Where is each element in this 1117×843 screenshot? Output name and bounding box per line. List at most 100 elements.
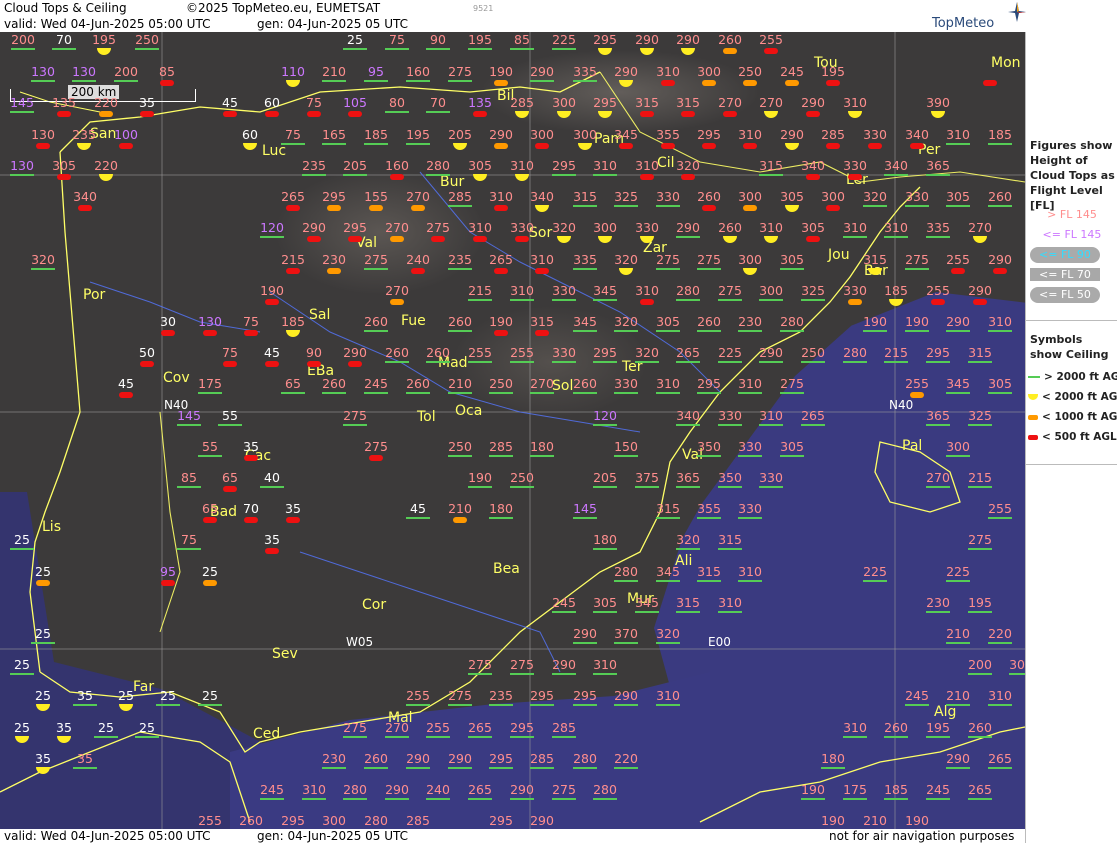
ceiling-symbol-green (968, 611, 992, 613)
cloud-top-value: 100 (114, 127, 138, 142)
ceiling-symbol-green (946, 330, 970, 332)
ceiling-symbol-red (951, 268, 965, 274)
valid-time: valid: Wed 04-Jun-2025 05:00 UTC (4, 17, 211, 31)
ceiling-symbol-green (156, 704, 180, 706)
ceiling-symbol-green (718, 611, 742, 613)
cloud-top-value: 310 (635, 283, 659, 298)
cloud-top-value: 65 (285, 376, 301, 391)
cloud-top-value: 145 (10, 95, 34, 110)
ceiling-symbol-red (265, 299, 279, 305)
cloud-top-value: 285 (530, 751, 554, 766)
cloud-top-value: 245 (552, 595, 576, 610)
cloud-top-value: 280 (343, 782, 367, 797)
cloud-top-value: 290 (530, 813, 554, 828)
cloud-top-value: 295 (593, 95, 617, 110)
cloud-top-value: 35 (56, 720, 72, 735)
ceiling-symbol-green (114, 80, 138, 82)
cloud-top-value: 220 (94, 158, 118, 173)
cloud-top-value: 25 (98, 720, 114, 735)
cloud-top-value: 310 (593, 657, 617, 672)
cloud-top-value: 185 (281, 314, 305, 329)
cloud-top-value: 315 (676, 95, 700, 110)
city-label: Alg (934, 704, 957, 720)
ceiling-symbol-red (494, 330, 508, 336)
footer-valid-time: valid: Wed 04-Jun-2025 05:00 UTC (4, 829, 211, 843)
ceiling-symbol-green (738, 580, 762, 582)
cloud-top-value: 25 (14, 532, 30, 547)
cloud-top-value: 300 (552, 95, 576, 110)
cloud-top-value: 195 (968, 595, 992, 610)
cloud-top-value: 290 (946, 314, 970, 329)
cloud-top-value: 215 (468, 283, 492, 298)
cloud-top-value: 330 (738, 501, 762, 516)
cloud-top-value: 305 (1009, 657, 1025, 672)
cloud-top-value: 315 (968, 345, 992, 360)
ceiling-symbol-red (973, 299, 987, 305)
cloud-top-value: 250 (489, 376, 513, 391)
ceiling-symbol-red (494, 268, 508, 274)
ceiling-symbol-red (826, 80, 840, 86)
ceiling-symbol-green (614, 580, 638, 582)
ceiling-symbol-green (946, 704, 970, 706)
ceiling-symbol-green (31, 80, 55, 82)
cloud-top-value: 345 (593, 283, 617, 298)
ceiling-symbol-red (348, 111, 362, 117)
cloud-top-value: 265 (468, 720, 492, 735)
ceiling-symbol-green (676, 611, 700, 613)
ceiling-symbol-green (364, 767, 388, 769)
ceiling-symbol-green (614, 642, 638, 644)
cloud-top-value: 345 (635, 595, 659, 610)
ceiling-symbol-green (573, 330, 597, 332)
cloud-top-value: 290 (676, 32, 700, 47)
ceiling-symbol-red (702, 143, 716, 149)
ceiling-symbol-orange (494, 143, 508, 149)
cloud-top-value: 310 (302, 782, 326, 797)
cloud-top-value: 85 (159, 64, 175, 79)
ceiling-symbol-red (160, 80, 174, 86)
cloud-top-value: 305 (780, 189, 804, 204)
ceiling-symbol-green (10, 174, 34, 176)
footer-bar: valid: Wed 04-Jun-2025 05:00 UTC gen: 04… (0, 829, 1025, 843)
cloud-top-value: 280 (593, 782, 617, 797)
compass-star-icon (1008, 2, 1026, 26)
cloud-top-value: 290 (780, 127, 804, 142)
cloud-top-value: 70 (243, 501, 259, 516)
ceiling-symbol-green (988, 330, 1012, 332)
ceiling-symbol-green (926, 174, 950, 176)
ceiling-symbol-green (322, 392, 346, 394)
cloud-top-value: 305 (468, 158, 492, 173)
cloud-top-value: 295 (697, 376, 721, 391)
cloud-top-value: 270 (385, 720, 409, 735)
cloud-top-value: 185 (364, 127, 388, 142)
cloud-top-value: 350 (718, 470, 742, 485)
cloud-top-value: 60 (264, 95, 280, 110)
satellite-map[interactable]: 200 km N40 N40 W05 E00 Tou Mon Bil San P… (0, 32, 1025, 829)
ceiling-symbol-red (640, 174, 654, 180)
ceiling-symbol-red (764, 48, 778, 54)
cloud-top-value: 295 (281, 813, 305, 828)
ceiling-symbol-red (203, 517, 217, 523)
legend-symbol-orange: < 1000 ft AGL (1028, 411, 1117, 423)
cloud-top-value: 75 (306, 95, 322, 110)
cloud-top-value: 300 (738, 252, 762, 267)
cloud-top-value: 50 (139, 345, 155, 360)
ceiling-symbol-green (697, 392, 721, 394)
cloud-top-value: 275 (343, 720, 367, 735)
cloud-top-value: 315 (676, 595, 700, 610)
ceiling-symbol-red (494, 205, 508, 211)
cloud-top-value: 275 (656, 252, 680, 267)
cloud-top-value: 290 (343, 345, 367, 360)
cloud-top-value: 320 (656, 626, 680, 641)
ceiling-symbol-green (676, 548, 700, 550)
cloud-top-value: 175 (198, 376, 222, 391)
ceiling-symbol-green (530, 704, 554, 706)
red-bar-icon (1028, 434, 1038, 440)
ceiling-symbol-green (468, 798, 492, 800)
ceiling-symbol-red (640, 111, 654, 117)
cloud-top-value: 270 (385, 283, 409, 298)
ceiling-symbol-green (884, 798, 908, 800)
cloud-top-value: 275 (552, 782, 576, 797)
cloud-top-value: 275 (448, 688, 472, 703)
cloud-top-value: 330 (863, 127, 887, 142)
ceiling-symbol-orange (702, 80, 716, 86)
